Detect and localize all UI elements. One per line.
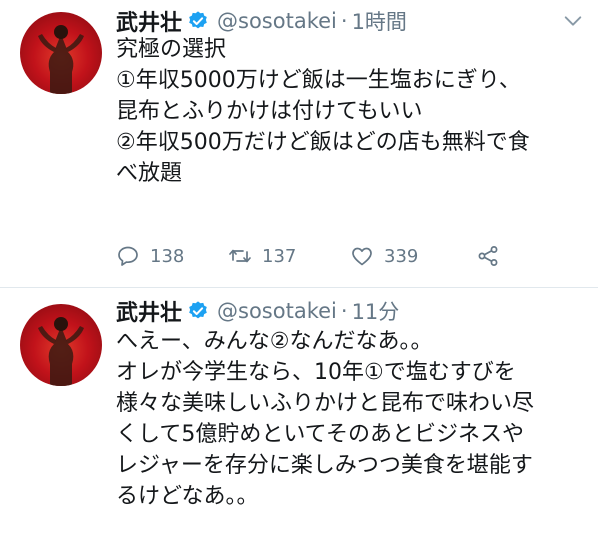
author-handle[interactable]: @sosotakei (217, 9, 337, 33)
tweet-text: へえー、みんな②なんだなあ。。 オレが今学生なら、10年①で塩むすびを 様々な美… (116, 326, 586, 512)
tweet-2[interactable]: 武井壮 @sosotakei · 11分 へえー、みんな②なんだなあ。。 オレが… (0, 288, 598, 546)
share-button[interactable] (476, 240, 500, 272)
tweet-text-line: オレが今学生なら、10年①で塩むすびを (116, 360, 516, 385)
tweet-1[interactable]: 武井壮 @sosotakei · 1時間 究極の選択 ①年収5000万けど飯は一… (0, 0, 598, 288)
tweet-timestamp[interactable]: 1時間 (352, 6, 407, 36)
separator-dot: · (340, 9, 348, 33)
tweet-text-line: へえー、みんな②なんだなあ。。 (116, 329, 433, 354)
tweet-header: 武井壮 @sosotakei · 1時間 (116, 6, 407, 36)
tweet-text-line: 様々な美味しいふりかけと昆布で味わい尽 (116, 391, 535, 416)
avatar-silhouette (38, 25, 84, 94)
tweet-timestamp[interactable]: 11分 (352, 296, 400, 326)
reply-icon (118, 246, 138, 266)
author-name[interactable]: 武井壮 (116, 295, 182, 327)
tweet-text-line: ②年収500万だけど飯はどの店も無料で食 (116, 130, 530, 155)
avatar[interactable] (20, 304, 102, 386)
reply-button[interactable]: 138 (116, 240, 184, 272)
tweet-text-line: ①年収5000万けど飯は一生塩おにぎり、 (116, 68, 521, 93)
chevron-down-icon[interactable] (562, 10, 584, 32)
tweet-text-line: 昆布とふりかけは付けてもいい (116, 99, 423, 124)
retweet-icon (229, 249, 251, 263)
separator-dot: · (340, 299, 348, 323)
tweet-text-line: くして5億貯めといてそのあとビジネスや (116, 422, 525, 447)
retweet-count: 137 (262, 245, 297, 267)
author-handle[interactable]: @sosotakei (217, 299, 337, 323)
retweet-button[interactable]: 137 (228, 240, 296, 272)
like-button[interactable]: 339 (350, 240, 418, 272)
tweet-actions: 138 137 339 (116, 240, 516, 272)
verified-badge-icon (189, 301, 207, 319)
tweet-text-line: べ放題 (116, 161, 183, 186)
avatar-silhouette (38, 317, 84, 386)
reply-count: 138 (150, 245, 185, 267)
tweet-header: 武井壮 @sosotakei · 11分 (116, 296, 399, 326)
tweet-text-line: 究極の選択 (116, 37, 227, 62)
avatar[interactable] (20, 12, 102, 94)
tweet-text: 究極の選択 ①年収5000万けど飯は一生塩おにぎり、 昆布とふりかけは付けてもい… (116, 34, 586, 189)
verified-badge-icon (189, 11, 207, 29)
tweet-text-line: レジャーを存分に楽しみつつ美食を堪能す (116, 453, 533, 478)
tweet-text-line: るけどなあ。。 (116, 484, 259, 509)
like-count: 339 (384, 245, 419, 267)
author-name[interactable]: 武井壮 (116, 5, 182, 37)
share-icon (478, 246, 498, 266)
heart-icon (352, 247, 372, 266)
